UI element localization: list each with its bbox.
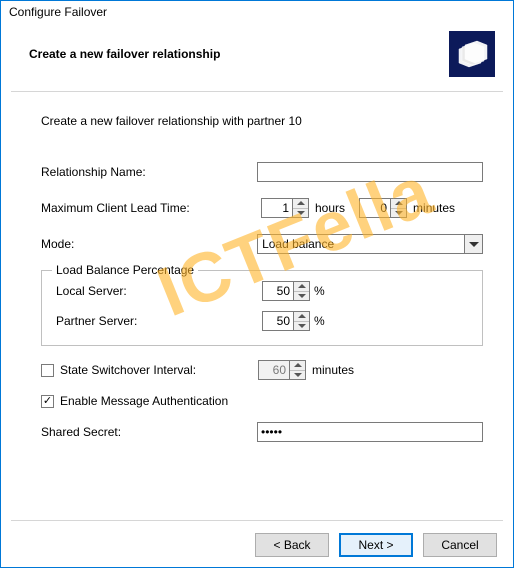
header-title: Create a new failover relationship	[29, 47, 220, 61]
enable-auth-label: Enable Message Authentication	[60, 394, 228, 408]
configure-failover-dialog: Configure Failover Create a new failover…	[0, 0, 514, 568]
enable-auth-checkbox[interactable]	[41, 395, 54, 408]
local-server-input[interactable]	[263, 282, 293, 300]
next-button[interactable]: Next >	[339, 533, 413, 557]
cancel-button[interactable]: Cancel	[423, 533, 497, 557]
lead-hours-spinner[interactable]	[261, 198, 309, 218]
partner-server-label: Partner Server:	[56, 314, 262, 328]
dialog-title: Configure Failover	[1, 1, 513, 21]
lead-hours-input[interactable]	[262, 199, 292, 217]
mode-value: Load balance	[258, 237, 338, 251]
dialog-content: Create a new failover relationship with …	[11, 91, 503, 520]
percent-sign: %	[314, 284, 325, 298]
partner-server-spinner[interactable]	[262, 311, 310, 331]
folder-stack-icon	[449, 31, 495, 77]
back-button[interactable]: < Back	[255, 533, 329, 557]
local-server-spinner[interactable]	[262, 281, 310, 301]
group-title: Load Balance Percentage	[52, 263, 198, 277]
state-switchover-spinner	[258, 360, 306, 380]
shared-secret-label: Shared Secret:	[41, 425, 257, 439]
load-balance-group: Load Balance Percentage Local Server: % …	[41, 270, 483, 346]
dialog-footer: < Back Next > Cancel	[11, 520, 503, 557]
dialog-header: Create a new failover relationship	[1, 21, 513, 91]
partner-server-input[interactable]	[263, 312, 293, 330]
hours-unit: hours	[315, 201, 345, 215]
lead-minutes-spinner[interactable]	[359, 198, 407, 218]
spin-down-icon[interactable]	[294, 292, 309, 301]
mode-label: Mode:	[41, 237, 257, 251]
spin-down-icon[interactable]	[293, 209, 308, 218]
spin-down-icon	[290, 371, 305, 380]
mode-combobox[interactable]: Load balance	[257, 234, 483, 254]
state-switchover-label: State Switchover Interval:	[60, 363, 258, 377]
intro-text: Create a new failover relationship with …	[41, 114, 483, 128]
spin-up-icon[interactable]	[391, 199, 406, 209]
state-switchover-checkbox[interactable]	[41, 364, 54, 377]
spin-up-icon[interactable]	[293, 199, 308, 209]
spin-down-icon[interactable]	[391, 209, 406, 218]
switchover-unit: minutes	[312, 363, 354, 377]
lead-minutes-input[interactable]	[360, 199, 390, 217]
shared-secret-input[interactable]	[257, 422, 483, 442]
chevron-down-icon[interactable]	[464, 235, 482, 253]
spin-up-icon[interactable]	[294, 312, 309, 322]
max-client-lead-label: Maximum Client Lead Time:	[41, 201, 261, 215]
spin-up-icon[interactable]	[294, 282, 309, 292]
spin-down-icon[interactable]	[294, 322, 309, 331]
local-server-label: Local Server:	[56, 284, 262, 298]
relationship-name-label: Relationship Name:	[41, 165, 257, 179]
spin-up-icon	[290, 361, 305, 371]
state-switchover-input	[259, 361, 289, 379]
minutes-unit: minutes	[413, 201, 455, 215]
relationship-name-input[interactable]	[257, 162, 483, 182]
percent-sign: %	[314, 314, 325, 328]
